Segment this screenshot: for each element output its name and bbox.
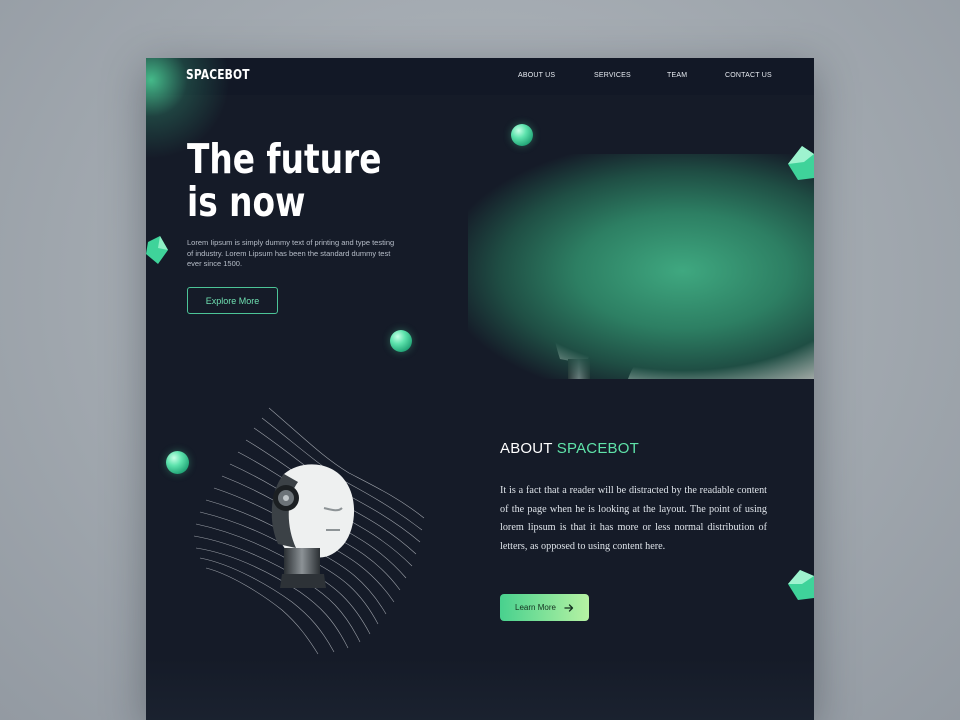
gem-right-top <box>788 146 814 180</box>
hero-title: The future is now <box>187 138 381 224</box>
website-mockup: SPACEBOT ABOUT US SERVICES TEAM CONTACT … <box>146 58 814 720</box>
about-title: ABOUT SPACEBOT <box>500 440 639 457</box>
about-title-prefix: ABOUT <box>500 440 553 457</box>
hero-title-line-2: is now <box>187 178 306 226</box>
learn-more-button[interactable]: Learn More <box>500 594 589 621</box>
nav-item-services[interactable]: SERVICES <box>594 72 631 79</box>
brand-logo[interactable]: SPACEBOT <box>186 68 250 83</box>
floating-orb-top <box>511 124 533 146</box>
arrow-right-icon <box>564 603 574 612</box>
footer-fade <box>146 658 814 720</box>
gem-right-bottom <box>788 570 814 600</box>
hero-robot-image <box>468 154 814 379</box>
gem-left <box>146 236 168 264</box>
wave-robot-illustration <box>193 407 425 655</box>
about-body: It is a fact that a reader will be distr… <box>500 485 767 552</box>
nav-item-team[interactable]: TEAM <box>667 72 687 79</box>
explore-more-button[interactable]: Explore More <box>187 287 278 314</box>
hero-description: Lorem Iipsum is simply dummy text of pri… <box>187 238 395 268</box>
nav-item-about-us[interactable]: ABOUT US <box>518 72 555 79</box>
nav-item-contact-us[interactable]: CONTACT US <box>725 72 772 79</box>
floating-orb-middle <box>390 330 412 352</box>
top-nav: SPACEBOT ABOUT US SERVICES TEAM CONTACT … <box>146 58 814 158</box>
learn-more-label: Learn More <box>515 603 556 612</box>
about-title-accent: SPACEBOT <box>556 440 639 457</box>
about-robot-image <box>174 398 434 658</box>
hero-title-line-1: The future <box>187 135 382 183</box>
hero-glow <box>468 154 814 379</box>
